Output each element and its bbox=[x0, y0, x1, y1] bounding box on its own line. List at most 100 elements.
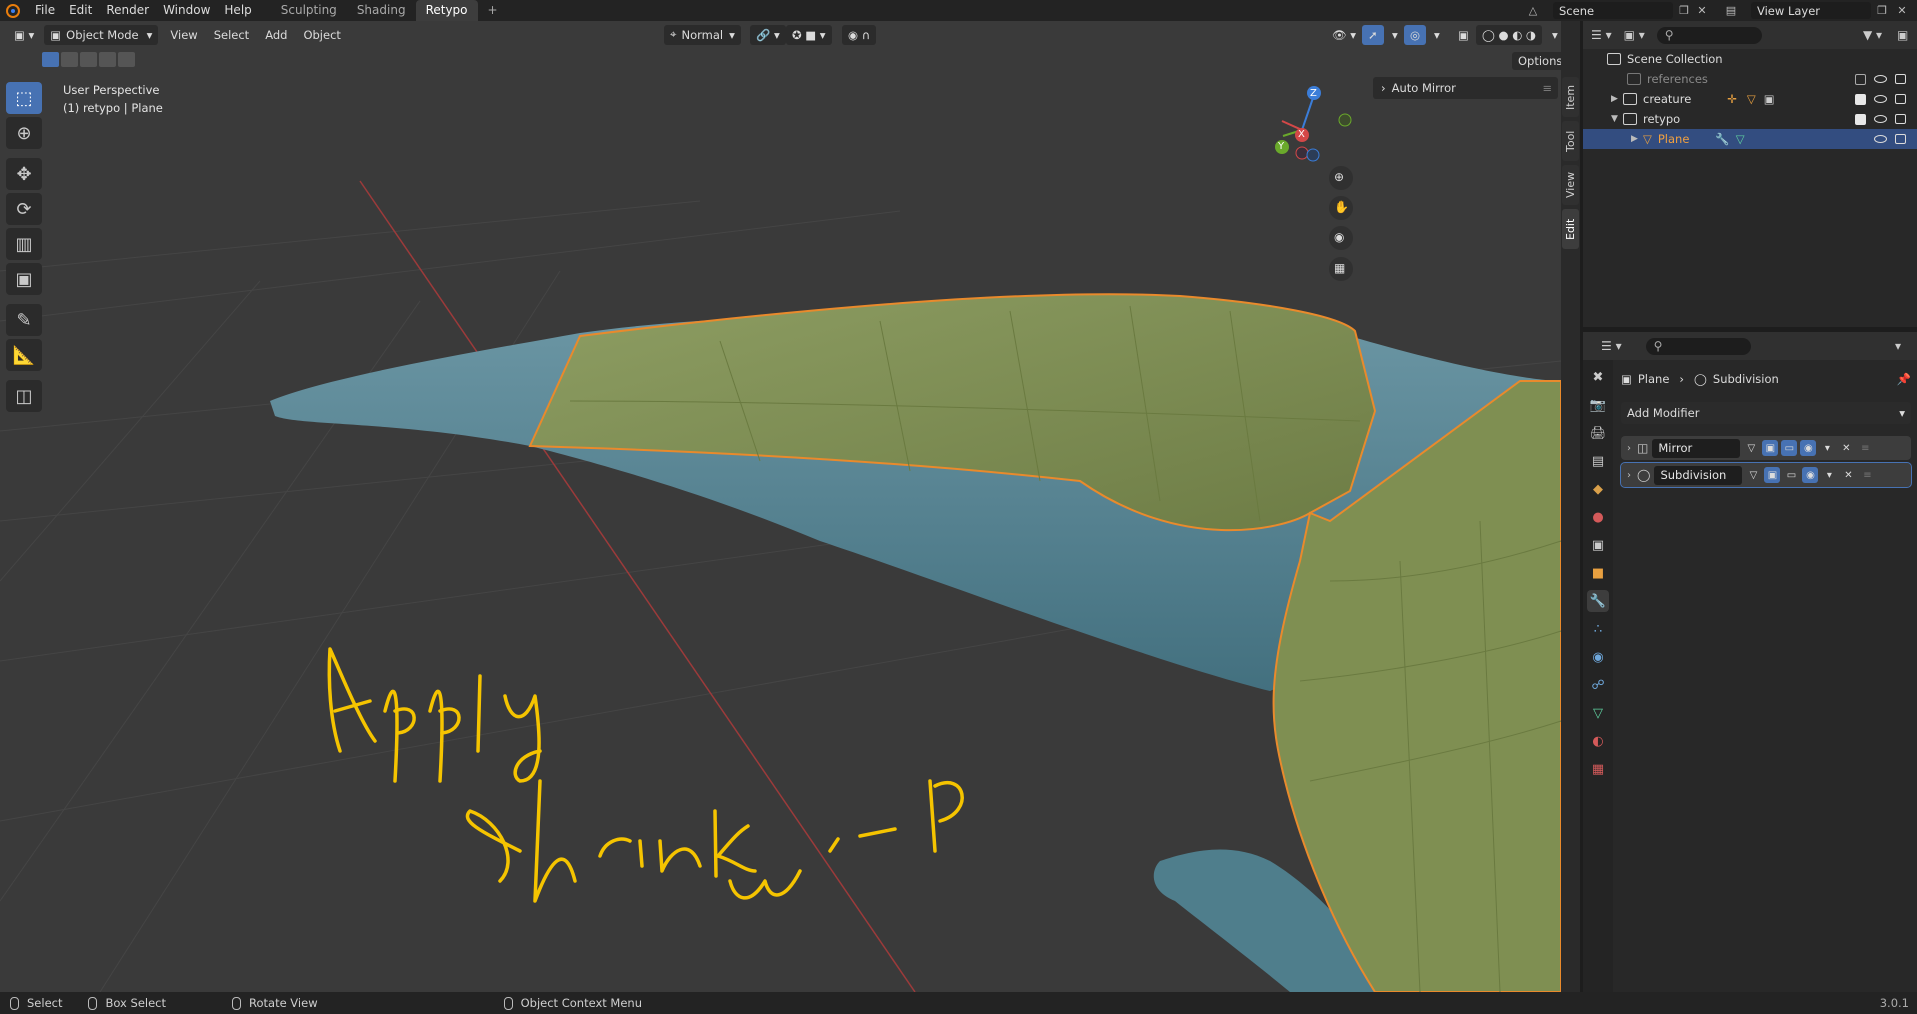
eye-icon[interactable] bbox=[1874, 135, 1887, 143]
modifier-name-field[interactable]: Mirror bbox=[1652, 438, 1741, 458]
tab-view[interactable]: View bbox=[1562, 165, 1579, 205]
drag-handle-icon[interactable]: ≡ bbox=[1857, 440, 1873, 456]
close-icon[interactable]: ✕ bbox=[1838, 440, 1854, 456]
select-new-icon[interactable] bbox=[42, 52, 59, 67]
gizmo-toggle[interactable]: ➚ bbox=[1362, 24, 1384, 45]
object-menu[interactable]: Object bbox=[295, 28, 348, 42]
exclude-checkbox[interactable] bbox=[1855, 73, 1866, 85]
xray-toggle[interactable]: ▣ bbox=[1452, 25, 1475, 45]
select-intersect-icon[interactable] bbox=[118, 52, 135, 67]
menu-help[interactable]: Help bbox=[217, 0, 258, 21]
overlays-dropdown[interactable]: ▾ bbox=[1428, 25, 1446, 45]
material-tab-icon[interactable]: ◐ bbox=[1587, 730, 1609, 752]
menu-window[interactable]: Window bbox=[156, 0, 217, 21]
view-layer-field[interactable]: View Layer bbox=[1751, 2, 1871, 19]
collapse-arrow-icon[interactable]: ▼ bbox=[1611, 114, 1623, 124]
chevron-down-icon[interactable]: ▾ bbox=[1821, 467, 1837, 483]
modifier-subdivision[interactable]: › ◯ Subdivision ▽ ▣ ▭ ◉ ▾ ✕ ≡ bbox=[1620, 462, 1912, 488]
outliner-row-retypo[interactable]: ▼ retypo bbox=[1583, 109, 1917, 129]
edit-mode-icon[interactable]: ▣ bbox=[1764, 467, 1781, 483]
close-icon[interactable]: ✕ bbox=[1840, 467, 1856, 483]
scene-selector-icon[interactable]: △ bbox=[1524, 2, 1542, 19]
expand-arrow-icon[interactable]: › bbox=[1627, 443, 1631, 454]
tool-tab-icon[interactable]: ✖ bbox=[1587, 366, 1609, 388]
camera-icon[interactable] bbox=[1895, 114, 1906, 124]
new-scene-icon[interactable]: ❐ bbox=[1675, 2, 1693, 19]
modifier-tab-icon[interactable]: 🔧 bbox=[1587, 590, 1609, 612]
tab-tool[interactable]: Tool bbox=[1562, 121, 1579, 161]
camera-icon[interactable] bbox=[1895, 94, 1906, 104]
mode-dropdown[interactable]: ▣ Object Mode ▾ bbox=[44, 24, 159, 45]
drag-handle-icon[interactable]: ≡ bbox=[1542, 81, 1552, 95]
render-display-icon[interactable]: ◉ bbox=[1802, 467, 1819, 483]
select-box-icon[interactable]: ⬚ bbox=[6, 82, 42, 114]
editor-type-icon[interactable]: ▣ ▾ bbox=[8, 25, 40, 45]
eye-icon[interactable] bbox=[1874, 115, 1887, 123]
select-subtract-icon[interactable] bbox=[80, 52, 97, 67]
view-menu[interactable]: View bbox=[162, 28, 205, 42]
visibility-dropdown[interactable]: 👁 ▾ bbox=[1326, 25, 1362, 45]
proportional-edit-toggle[interactable]: ◉ ∩ bbox=[842, 24, 877, 45]
gizmo-dropdown[interactable]: ▾ bbox=[1386, 25, 1404, 45]
outliner-search-input[interactable]: ⚲ bbox=[1656, 26, 1762, 44]
shading-mode-buttons[interactable]: ◯ ● ◐ ◑ bbox=[1476, 24, 1542, 45]
eye-icon[interactable] bbox=[1874, 75, 1887, 83]
move-icon[interactable]: ✥ bbox=[6, 158, 42, 190]
edit-mode-icon[interactable]: ▣ bbox=[1762, 440, 1779, 456]
delete-scene-icon[interactable]: ✕ bbox=[1693, 2, 1711, 19]
exclude-checkbox[interactable] bbox=[1855, 113, 1866, 125]
pin-icon[interactable]: 📌 bbox=[1897, 372, 1911, 386]
outliner-row-creature[interactable]: ▶ creature ✛ ▽ ▣ bbox=[1583, 89, 1917, 109]
eye-icon[interactable] bbox=[1874, 95, 1887, 103]
select-invert-icon[interactable] bbox=[99, 52, 116, 67]
view-layer-tab-icon[interactable]: ▤ bbox=[1587, 450, 1609, 472]
camera-icon[interactable] bbox=[1895, 74, 1906, 84]
auto-mirror-panel[interactable]: › Auto Mirror ≡ bbox=[1373, 77, 1558, 99]
collection-tab-icon[interactable]: ▣ bbox=[1587, 534, 1609, 556]
render-tab-icon[interactable]: 📷 bbox=[1587, 394, 1609, 416]
particles-tab-icon[interactable]: ∴ bbox=[1587, 618, 1609, 640]
ortho-grid-icon[interactable]: ▦ bbox=[1334, 259, 1345, 277]
properties-editor-type-icon[interactable]: ☰ ▾ bbox=[1601, 339, 1622, 353]
constraints-tab-icon[interactable]: ☍ bbox=[1587, 674, 1609, 696]
annotate-icon[interactable]: ✎ bbox=[6, 304, 42, 336]
on-cage-icon[interactable]: ▽ bbox=[1745, 467, 1761, 483]
output-tab-icon[interactable]: 🖨 bbox=[1587, 422, 1609, 444]
3d-viewport[interactable]: Z X Y ⊕ ✋ ◉ ▦ ▣ ▾ ▣ Object Mode ▾ View S… bbox=[0, 21, 1561, 992]
select-extend-icon[interactable] bbox=[61, 52, 78, 67]
texture-tab-icon[interactable]: ▦ bbox=[1587, 758, 1609, 780]
viewport-display-icon[interactable]: ▭ bbox=[1781, 440, 1798, 456]
options-dropdown[interactable]: Options ▾ bbox=[1512, 52, 1561, 70]
chevron-down-icon[interactable]: ▾ bbox=[1819, 440, 1835, 456]
pivot-point-dropdown[interactable]: 🔗 ▾ bbox=[750, 24, 786, 45]
display-mode-icon[interactable]: ▣ ▾ bbox=[1624, 28, 1645, 42]
world-tab-icon[interactable]: ● bbox=[1587, 506, 1609, 528]
camera-view-icon[interactable]: ◉ bbox=[1334, 228, 1344, 246]
physics-tab-icon[interactable]: ◉ bbox=[1587, 646, 1609, 668]
blender-logo-icon[interactable] bbox=[6, 3, 20, 18]
tab-item[interactable]: Item bbox=[1562, 77, 1579, 117]
snap-toggle[interactable]: ✪ ■ ▾ bbox=[786, 24, 832, 45]
expand-arrow-icon[interactable]: › bbox=[1627, 470, 1631, 481]
modifier-name-field[interactable]: Subdivision bbox=[1654, 465, 1743, 485]
exclude-checkbox[interactable] bbox=[1855, 93, 1866, 105]
transform-orientation-dropdown[interactable]: ⌖ Normal ▾ bbox=[664, 24, 741, 45]
render-display-icon[interactable]: ◉ bbox=[1800, 440, 1817, 456]
cursor-icon[interactable]: ⊕ bbox=[6, 117, 42, 149]
outliner-row-plane[interactable]: ▶ ▽ Plane 🔧 ▽ bbox=[1583, 129, 1917, 149]
menu-file[interactable]: File bbox=[28, 0, 62, 21]
view-layer-selector-icon[interactable]: ▤ bbox=[1722, 2, 1740, 19]
properties-search-input[interactable]: ⚲ bbox=[1645, 337, 1751, 355]
overlays-toggle[interactable]: ◎ bbox=[1404, 24, 1427, 45]
add-menu[interactable]: Add bbox=[257, 28, 295, 42]
tab-edit[interactable]: Edit bbox=[1562, 209, 1579, 249]
scene-name-field[interactable]: Scene bbox=[1553, 2, 1673, 19]
zoom-icon[interactable]: ⊕ bbox=[1334, 168, 1344, 186]
scene-collection-row[interactable]: Scene Collection bbox=[1583, 49, 1917, 69]
tab-retypo[interactable]: Retypo bbox=[415, 0, 478, 21]
new-view-layer-icon[interactable]: ❐ bbox=[1873, 2, 1891, 19]
add-workspace-button[interactable]: + bbox=[478, 0, 508, 21]
delete-view-layer-icon[interactable]: ✕ bbox=[1893, 2, 1911, 19]
viewport-display-icon[interactable]: ▭ bbox=[1783, 467, 1799, 483]
select-menu[interactable]: Select bbox=[206, 28, 257, 42]
